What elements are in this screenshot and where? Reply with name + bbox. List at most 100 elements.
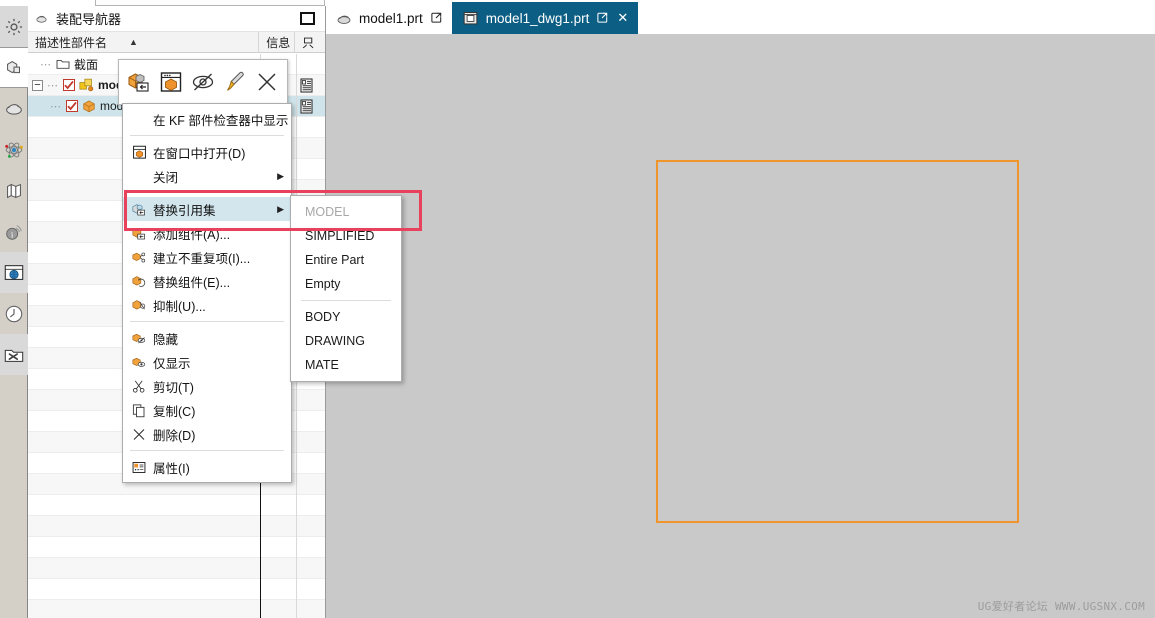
suppress-icon (129, 296, 149, 314)
visibility-checkbox[interactable] (63, 79, 75, 91)
resource-bar[interactable]: i (0, 6, 28, 618)
tree-node-section[interactable]: ⋯ 截面 (28, 56, 98, 73)
menu-item-open-in-window[interactable]: 在窗口中打开(D) (123, 140, 291, 164)
app-root: i 装配导航器 描述性部件名 ▲ 信息 只 ⋯ 截面 − ⋯ ⋯ model1 … (0, 0, 1155, 618)
delete-icon (129, 425, 149, 443)
menu-item-show-only[interactable]: 仅显示 (123, 350, 291, 374)
tab-label: model1_dwg1.prt (485, 10, 590, 26)
rail-item-tools[interactable] (0, 334, 28, 375)
menu-separator (130, 321, 284, 322)
collapse-expander[interactable]: − (32, 79, 43, 91)
menu-item-show-in-kf-inspector[interactable]: 在 KF 部件检查器中显示 (123, 107, 291, 131)
no-icon (129, 110, 149, 128)
menu-item-label: 建立不重复项(I)... (153, 251, 251, 266)
checkmark-icon (67, 101, 77, 111)
submenu-item-label: MODEL (305, 205, 350, 219)
menu-item-label: 复制(C) (153, 404, 196, 419)
hide-icon[interactable] (189, 68, 217, 96)
tools-icon (4, 349, 24, 362)
tab-model1-prt[interactable]: model1.prt (326, 2, 452, 34)
layers-icon (7, 183, 21, 198)
submenu-item-entire-part[interactable]: Entire Part (291, 248, 401, 272)
rail-item-history[interactable] (0, 293, 28, 334)
submenu-item-empty[interactable]: Empty (291, 272, 401, 296)
menu-separator (130, 450, 284, 451)
column-header-info[interactable]: 信息 (259, 31, 296, 53)
context-menu[interactable]: 在 KF 部件检查器中显示 在窗口中打开(D) 关闭 ▶ 替换引用集 ▶ 添加组… (122, 103, 292, 483)
tab-model1-dwg1-prt[interactable]: model1_dwg1.prt ✕ (451, 2, 639, 34)
gear-icon (5, 18, 23, 35)
menu-item-replace-component[interactable]: 替换组件(E)... (123, 269, 291, 293)
assembly-navigator-icon (6, 103, 22, 115)
forum-watermark: UG爱好者论坛 WWW.UGSNX.COM (977, 600, 1145, 613)
history-clock-icon (5, 305, 23, 322)
submenu-item-label: MATE (305, 358, 339, 372)
sort-ascending-icon[interactable]: ▲ (129, 37, 138, 47)
chevron-right-icon: ▶ (277, 203, 284, 214)
submenu-item-label: DRAWING (305, 334, 365, 348)
add-component-icon (129, 224, 149, 242)
submenu-item-body[interactable]: BODY (291, 305, 401, 329)
menu-item-label: 替换引用集 (153, 203, 216, 218)
column-header-readonly[interactable]: 只 (295, 32, 325, 53)
rail-item-web[interactable] (0, 252, 28, 293)
rail-item-info[interactable]: i (0, 211, 28, 252)
panel-title: 装配导航器 (56, 12, 122, 27)
rail-item-constraint-navigator[interactable] (0, 129, 28, 170)
menu-item-replace-reference-set[interactable]: 替换引用集 ▶ (123, 197, 291, 221)
part-info-icon[interactable] (300, 78, 313, 93)
floating-mini-toolbar[interactable] (118, 59, 288, 105)
external-link-icon[interactable] (430, 12, 442, 24)
tree-guide: ⋯ (47, 79, 59, 92)
drawing-file-icon (463, 11, 478, 25)
checkmark-icon (64, 80, 74, 90)
submenu-item-label: Entire Part (305, 253, 365, 267)
submenu-item-label: BODY (305, 310, 341, 324)
column-divider (296, 75, 297, 96)
delete-icon[interactable] (253, 68, 281, 96)
external-link-icon[interactable] (596, 12, 608, 24)
document-tab-bar[interactable]: model1.prt model1_dwg1.prt ✕ (326, 0, 1155, 34)
hide-icon (129, 329, 149, 347)
no-icon (129, 167, 149, 185)
replace-reference-set-icon[interactable] (125, 68, 153, 96)
menu-item-suppress[interactable]: 抑制(U)... (123, 293, 291, 317)
graphics-canvas[interactable]: UG爱好者论坛 WWW.UGSNX.COM (326, 34, 1155, 618)
table-row (28, 600, 325, 618)
column-divider (296, 96, 297, 117)
rail-item-layers[interactable] (0, 170, 28, 211)
part-icon (83, 100, 95, 113)
tree-column-headers[interactable]: 描述性部件名 ▲ 信息 只 (28, 31, 325, 53)
open-in-window-icon[interactable] (157, 68, 185, 96)
submenu-item-mate[interactable]: MATE (291, 353, 401, 377)
menu-item-label: 隐藏 (153, 332, 179, 347)
maximize-icon[interactable] (300, 12, 315, 25)
menu-separator (130, 192, 284, 193)
rail-item-assembly-navigator[interactable] (0, 88, 28, 129)
submenu-item-drawing[interactable]: DRAWING (291, 329, 401, 353)
submenu-item-model[interactable]: MODEL (291, 200, 401, 224)
reference-set-submenu[interactable]: MODEL SIMPLIFIED Entire Part Empty BODY … (290, 195, 402, 382)
copy-icon (129, 401, 149, 419)
close-icon[interactable]: ✕ (617, 10, 628, 26)
properties-icon (129, 458, 149, 476)
visibility-checkbox[interactable] (66, 100, 78, 112)
menu-separator (130, 135, 284, 136)
menu-item-add-component[interactable]: 添加组件(A)... (123, 221, 291, 245)
part-navigator-icon (7, 60, 21, 73)
column-header-name[interactable]: 描述性部件名 ▲ (28, 31, 260, 53)
menu-item-delete[interactable]: 删除(D) (123, 422, 291, 446)
menu-item-label: 属性(I) (153, 461, 190, 476)
menu-item-make-unique[interactable]: 建立不重复项(I)... (123, 245, 291, 269)
drawing-sheet-border[interactable] (656, 160, 1019, 523)
menu-item-copy[interactable]: 复制(C) (123, 398, 291, 422)
paint-icon[interactable] (221, 68, 249, 96)
menu-item-close[interactable]: 关闭 ▶ (123, 164, 291, 188)
menu-item-properties[interactable]: 属性(I) (123, 455, 291, 479)
menu-item-hide[interactable]: 隐藏 (123, 326, 291, 350)
rail-item-gear[interactable] (0, 6, 28, 47)
rail-item-part-navigator[interactable] (0, 47, 28, 88)
part-info-icon[interactable] (300, 99, 313, 114)
menu-item-cut[interactable]: 剪切(T) (123, 374, 291, 398)
submenu-item-simplified[interactable]: SIMPLIFIED (291, 224, 401, 248)
